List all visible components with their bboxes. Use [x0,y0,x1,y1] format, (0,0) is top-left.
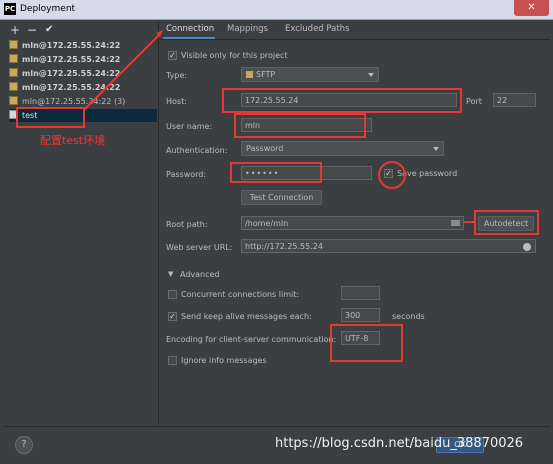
footer-divider [3,426,550,427]
chevron-down-icon [433,147,439,151]
authentication-value: Password [246,144,284,153]
watermark-text: https://blog.csdn.net/baidu_38870026 [275,436,524,451]
concurrent-connections-checkbox[interactable] [168,290,177,299]
arrow-to-connection-tab [83,33,161,111]
help-button[interactable]: ? [15,436,33,454]
test-connection-button[interactable]: Test Connection [241,190,322,205]
advanced-toggle-icon[interactable]: ▼ [168,270,173,278]
web-server-url-label: Web server URL: [166,243,233,252]
ignore-info-label: Ignore info messages [181,356,267,365]
type-label: Type: [166,71,188,80]
ignore-info-checkbox[interactable] [168,356,177,365]
sftp-icon [246,71,253,78]
keep-alive-checkbox[interactable]: ✓ [168,312,177,321]
port-field[interactable]: 22 [493,93,536,107]
keep-alive-unit: seconds [392,312,425,321]
chevron-down-icon [368,73,374,77]
folder-icon[interactable] [451,220,460,226]
root-path-field[interactable]: /home/mln [241,216,464,230]
port-label: Port [466,97,482,106]
root-path-value: /home/mln [245,219,289,228]
save-password-highlight-circle [378,161,406,189]
encoding-label: Encoding for client-server communication… [166,335,337,344]
authentication-select[interactable]: Password [241,141,444,156]
authentication-label: Authentication: [166,146,228,155]
advanced-header: Advanced [180,270,220,279]
host-label: Host: [166,97,187,106]
visible-only-label: Visible only for this project [181,51,288,60]
encoding-highlight-box [330,324,403,362]
web-server-url-value: http://172.25.55.24 [245,242,323,251]
autodetect-highlight-box [474,210,539,235]
visible-only-checkbox[interactable]: ✓ [168,51,177,60]
root-path-label: Root path: [166,220,208,229]
globe-icon[interactable] [523,243,531,251]
concurrent-connections-field[interactable] [341,286,380,300]
host-highlight-box [222,88,462,113]
type-value: SFTP [256,70,276,79]
tab-connection[interactable]: Connection [166,24,214,34]
save-password-label: Save password [397,169,458,178]
password-label: Password: [166,170,207,179]
keep-alive-field[interactable]: 300 [341,308,380,322]
settings-tabs: Connection Mappings Excluded Paths [158,21,550,40]
active-tab-indicator [163,37,215,39]
user-highlight-box [234,113,366,138]
user-name-label: User name: [166,122,213,131]
password-highlight-box [230,162,322,183]
tab-mappings[interactable]: Mappings [227,24,268,34]
concurrent-connections-label: Concurrent connections limit: [181,290,300,299]
web-server-url-field[interactable]: http://172.25.55.24 [241,239,536,253]
tab-excluded-paths[interactable]: Excluded Paths [285,24,350,34]
keep-alive-label: Send keep alive messages each: [181,312,312,321]
type-select[interactable]: SFTP [241,67,379,82]
